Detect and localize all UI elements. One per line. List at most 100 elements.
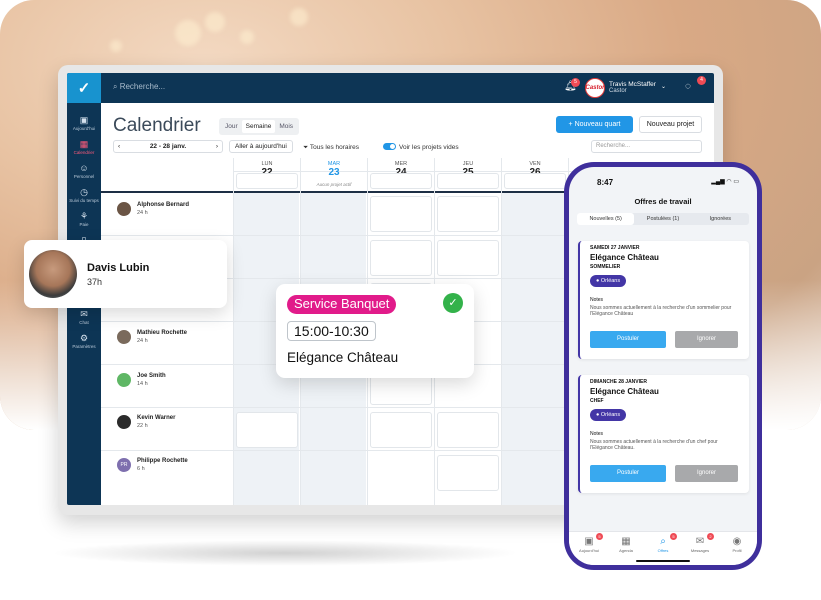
sidebar-item-today[interactable]: ▣ Aujourd'hui	[67, 115, 101, 131]
messages-badge: 4	[697, 76, 706, 85]
tab-ignored[interactable]: Ignorées	[692, 213, 749, 225]
mobile-phone: 8:47 ▂▄▆ ◠ ▭ Offres de travail Nouvelles…	[564, 162, 762, 570]
shift-slot[interactable]	[437, 412, 499, 448]
chevron-left-icon[interactable]: ‹	[118, 143, 120, 150]
employee-card[interactable]: Davis Lubin 37h	[24, 240, 227, 308]
home-indicator	[636, 560, 690, 562]
global-search[interactable]: ⌕ Recherche...	[113, 82, 165, 92]
nav-agenda[interactable]: ▦ Agenda	[609, 536, 643, 553]
shift-venue: Elégance Château	[287, 350, 399, 365]
project-cell[interactable]	[370, 173, 432, 189]
chevron-right-icon[interactable]: ›	[216, 143, 218, 150]
chat-icon: ✉	[80, 309, 88, 319]
offer-role: SOMMELIER	[590, 264, 621, 270]
tab-week[interactable]: Semaine	[241, 120, 276, 133]
shift-slot[interactable]	[236, 412, 298, 448]
offer-venue: Elégance Château	[590, 253, 659, 262]
user-menu[interactable]: Travis McStaffer Castor	[609, 81, 656, 95]
project-cell[interactable]	[236, 173, 298, 189]
job-offer-card[interactable]: SAMEDI 27 JANVIER Elégance Château SOMME…	[578, 241, 749, 359]
company-avatar[interactable]: Castor	[585, 78, 605, 98]
avatar-initials: PR	[117, 458, 131, 472]
sidebar-item-time-tracking[interactable]: ◷ Suivi du temps	[67, 187, 101, 203]
shift-tag: Service Banquet	[287, 295, 397, 314]
notification-badge: 5	[571, 78, 580, 87]
status-time: 8:47	[597, 178, 614, 187]
sidebar-item-staff[interactable]: ☺ Personnel	[67, 163, 101, 179]
day-header-today[interactable]: MAR 23	[301, 161, 367, 178]
apply-button[interactable]: Postuler	[590, 465, 666, 482]
offer-role: CHEF	[590, 398, 604, 404]
shift-card[interactable]: Service Banquet ✓ 15:00-10:30 Elégance C…	[276, 284, 474, 378]
go-today-button[interactable]: Aller à aujourd'hui	[229, 140, 293, 153]
location-badge: ● Orléans	[590, 409, 627, 421]
ignore-button[interactable]: Ignorer	[675, 331, 738, 348]
employee-row[interactable]: Mathieu Rochette 24 h	[137, 330, 247, 344]
new-project-button[interactable]: Nouveau projet	[639, 116, 702, 133]
employee-row[interactable]: Kevin Warner 22 h	[137, 415, 247, 429]
project-cell[interactable]	[504, 173, 566, 189]
shift-time: 15:00-10:30	[287, 321, 376, 341]
sidebar-item-calendar[interactable]: ▦ Calendrier	[67, 139, 101, 155]
people-icon: ☺	[79, 163, 89, 173]
shift-slot[interactable]	[437, 196, 499, 232]
offer-date: SAMEDI 27 JANVIER	[590, 245, 640, 251]
no-project-note: Aucun projet actif	[316, 182, 352, 187]
calendar-icon: ▦	[79, 139, 89, 149]
user-icon: ◉	[732, 536, 742, 547]
tab-day[interactable]: Jour	[221, 120, 242, 133]
sidebar-item-settings[interactable]: ⚙ Paramètres	[67, 333, 101, 349]
notes-text: Nous sommes actuellement à la recherche …	[590, 305, 732, 317]
app-logo[interactable]: ✓	[67, 73, 101, 103]
notes-text: Nous sommes actuellement à la recherche …	[590, 439, 718, 451]
date-range[interactable]: 22 - 28 janv.	[150, 143, 186, 150]
show-empty-label: Voir les projets vides	[399, 144, 459, 151]
new-shift-button[interactable]: + Nouveau quart	[556, 116, 633, 133]
project-cell[interactable]	[437, 173, 499, 189]
employee-row[interactable]: Philippe Rochette 6 h	[137, 458, 247, 472]
shift-slot[interactable]	[437, 455, 499, 491]
employee-hours: 37h	[87, 277, 103, 287]
avatar	[117, 415, 131, 429]
date-navigator: ‹ 22 - 28 janv. ›	[113, 140, 223, 153]
tab-applied[interactable]: Postulées (1)	[634, 213, 691, 225]
network-icon: ⚘	[79, 211, 89, 221]
device-shadow	[50, 540, 520, 566]
employee-row[interactable]: Alphonse Bernard 24 h	[137, 202, 247, 216]
avatar	[117, 330, 131, 344]
search-icon: ⌕	[113, 82, 120, 91]
page-title: Calendrier	[113, 115, 201, 136]
employee-name: Davis Lubin	[87, 262, 150, 274]
job-offer-card[interactable]: DIMANCHE 28 JANVIER Elégance Château CHE…	[578, 375, 749, 493]
calendar-search-input[interactable]: Recherche...	[591, 140, 702, 153]
nav-badge: 2	[707, 533, 714, 540]
employee-row[interactable]: Joe Smith 14 h	[137, 373, 247, 387]
shift-slot[interactable]	[370, 412, 432, 448]
offer-venue: Elégance Château	[590, 387, 659, 396]
schedule-filter[interactable]: ⏷ Tous les horaires	[303, 144, 359, 152]
sidebar-item-chat[interactable]: ✉ Chat	[67, 309, 101, 325]
view-switcher: Jour Semaine Mois	[219, 118, 300, 135]
avatar	[29, 250, 77, 298]
shift-slot[interactable]	[437, 240, 499, 276]
shift-slot[interactable]	[370, 240, 432, 276]
chevron-down-icon[interactable]: ⌄	[661, 83, 666, 90]
calendar-icon: ▦	[621, 536, 631, 547]
notes-label: Notes	[590, 431, 604, 437]
phone-screen: 8:47 ▂▄▆ ◠ ▭ Offres de travail Nouvelles…	[569, 167, 757, 565]
gear-icon: ⚙	[79, 333, 89, 343]
notes-label: Notes	[590, 297, 604, 303]
clock-icon: ◷	[80, 187, 88, 197]
nav-badge: 5	[670, 533, 677, 540]
messages-button[interactable]: ◌	[685, 81, 691, 92]
tab-month[interactable]: Mois	[275, 120, 297, 133]
shift-slot[interactable]	[370, 196, 432, 232]
nav-profile[interactable]: ◉ Profil	[720, 536, 754, 553]
tab-new[interactable]: Nouvelles (5)	[577, 213, 635, 225]
ignore-button[interactable]: Ignorer	[675, 465, 738, 482]
offer-tabs: Nouvelles (5) Postulées (1) Ignorées	[577, 213, 749, 225]
apply-button[interactable]: Postuler	[590, 331, 666, 348]
status-icons: ▂▄▆ ◠ ▭	[711, 179, 739, 185]
sidebar-item-payroll[interactable]: ⚘ Paie	[67, 211, 101, 227]
show-empty-toggle[interactable]	[383, 143, 396, 150]
